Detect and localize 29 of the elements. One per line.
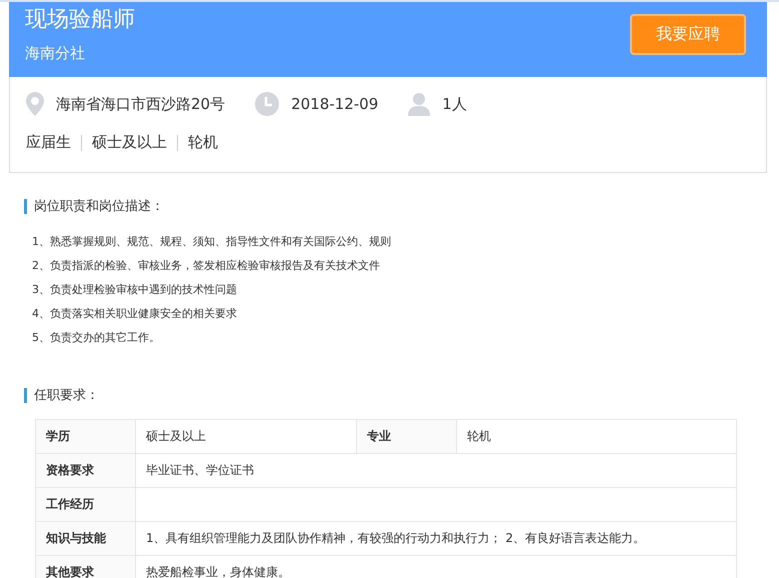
duty-item: 5、负责交办的其它工作。 bbox=[32, 330, 161, 346]
table-cell: 1、具有组织管理能力及团队协作精神，有较强的行动力和执行力； 2、有良好语言表达能力。 bbox=[136, 522, 736, 556]
clock-icon bbox=[255, 92, 280, 116]
job-tag: 硕士及以上 bbox=[92, 133, 167, 152]
table-label: 其他要求 bbox=[36, 556, 136, 578]
duty-item: 1、熟悉掌握规则、规范、规程、须知、指导性文件和有关国际公约、规则 bbox=[32, 234, 392, 250]
duty-item: 4、负责落实相关职业健康安全的相关要求 bbox=[32, 306, 238, 322]
table-label: 知识与技能 bbox=[36, 522, 136, 556]
table-label: 专业 bbox=[356, 420, 456, 454]
table-label: 学历 bbox=[36, 420, 136, 454]
table-label: 资格要求 bbox=[36, 454, 136, 488]
table-cell: 毕业证书、学位证书 bbox=[136, 454, 736, 488]
apply-button[interactable]: 我要应聘 bbox=[630, 14, 746, 55]
date-text: 2018-12-09 bbox=[291, 95, 378, 113]
section-heading: 任职要求： bbox=[24, 388, 779, 403]
location-pin-icon bbox=[26, 92, 44, 116]
branch-name: 海南分社 bbox=[25, 44, 86, 63]
section-heading: 岗位职责和岗位描述： bbox=[24, 199, 779, 214]
job-tag: 轮机 bbox=[188, 133, 218, 152]
table-cell: 轮机 bbox=[456, 420, 736, 454]
duty-item: 3、负责处理检验审核中遇到的技术性问题 bbox=[32, 282, 238, 298]
headcount-text: 1人 bbox=[442, 94, 467, 114]
duty-item: 2、负责指派的检验、审核业务，签发相应检验审核报告及有关技术文件 bbox=[32, 258, 381, 274]
table-label: 工作经历 bbox=[36, 488, 136, 522]
table-cell: 硕士及以上 bbox=[136, 420, 356, 454]
person-icon bbox=[408, 92, 430, 116]
job-tag: 应届生 bbox=[26, 133, 71, 152]
job-title: 现场验船师 bbox=[25, 6, 135, 34]
location-text: 海南省海口市西沙路20号 bbox=[56, 94, 226, 114]
